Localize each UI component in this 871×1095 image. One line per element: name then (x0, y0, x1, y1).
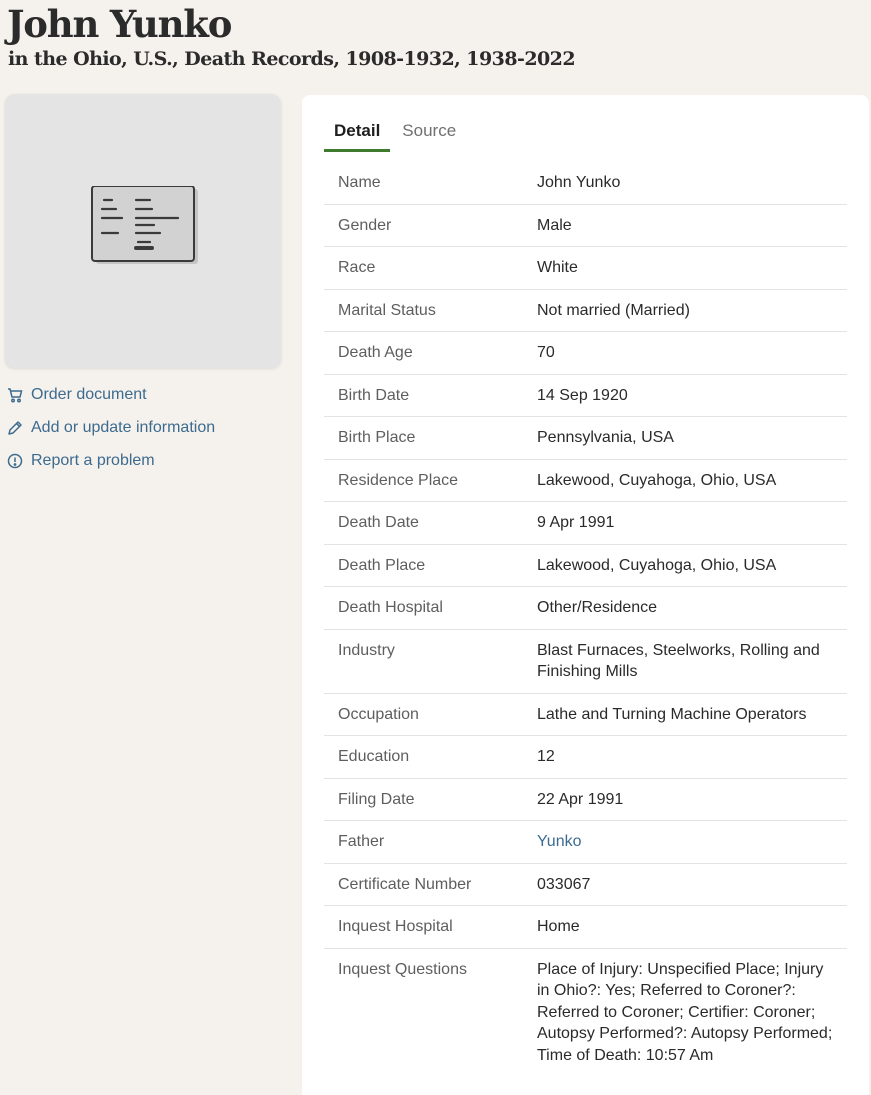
field-value: Not married (Married) (537, 301, 690, 319)
field-row-inquest-hospital: Inquest Hospital Home (324, 906, 847, 949)
field-value: 14 Sep 1920 (537, 386, 628, 404)
field-row-race: Race White (324, 247, 847, 290)
add-update-information-link[interactable]: Add or update information (6, 411, 215, 444)
field-value: 12 (537, 748, 555, 765)
field-value: Male (537, 216, 572, 234)
field-label: Birth Place (338, 429, 416, 446)
field-row-birth-date: Birth Date 14 Sep 1920 (324, 375, 847, 417)
tab-detail[interactable]: Detail (324, 119, 391, 152)
field-row-inquest-questions: Inquest Questions Place of Injury: Unspe… (324, 949, 847, 1077)
field-value: 70 (537, 344, 555, 361)
tab-source[interactable]: Source (392, 119, 466, 152)
page-title: John Yunko (7, 2, 232, 46)
field-label: Filing Date (338, 790, 415, 808)
field-row-name: Name John Yunko (324, 162, 847, 205)
field-label: Death Place (338, 556, 426, 574)
record-fields-table: Name John Yunko Gender Male Race White M… (324, 162, 847, 1076)
field-label: Occupation (338, 705, 419, 723)
report-problem-label: Report a problem (31, 451, 155, 469)
collection-subtitle: in the Ohio, U.S., Death Records, 1908-1… (8, 48, 576, 70)
field-label: Certificate Number (338, 875, 472, 893)
field-label: Residence Place (338, 471, 459, 489)
report-problem-link[interactable]: Report a problem (6, 444, 215, 477)
field-label: Gender (338, 216, 392, 234)
field-row-death-hospital: Death Hospital Other/Residence (324, 587, 847, 630)
field-value: 9 Apr 1991 (537, 514, 615, 531)
field-row-marital-status: Marital Status Not married (Married) (324, 290, 847, 332)
field-row-filing-date: Filing Date 22 Apr 1991 (324, 779, 847, 821)
field-row-industry: Industry Blast Furnaces, Steelworks, Rol… (324, 630, 847, 694)
father-link[interactable]: Yunko (537, 831, 847, 853)
field-label: Industry (338, 641, 395, 659)
field-label: Death Age (338, 344, 413, 361)
field-label: Death Date (338, 514, 419, 531)
pencil-icon (6, 419, 24, 437)
order-document-label: Order document (31, 385, 147, 403)
field-value: Home (537, 918, 580, 935)
record-actions: Order document Add or update information… (6, 378, 215, 477)
field-value: Blast Furnaces, Steelworks, Rolling and … (537, 641, 820, 681)
field-row-father: Father Yunko (324, 821, 847, 864)
field-row-death-age: Death Age 70 (324, 332, 847, 375)
field-row-gender: Gender Male (324, 205, 847, 247)
field-row-death-place: Death Place Lakewood, Cuyahoga, Ohio, US… (324, 545, 847, 587)
record-tabs: Detail Source (324, 119, 466, 152)
field-label: Birth Date (338, 386, 410, 404)
field-value: 033067 (537, 875, 591, 893)
alert-circle-icon (6, 452, 24, 470)
field-label: Race (338, 259, 376, 276)
field-row-residence-place: Residence Place Lakewood, Cuyahoga, Ohio… (324, 460, 847, 502)
field-label: Father (338, 833, 385, 850)
field-value: Other/Residence (537, 599, 658, 616)
field-row-education: Education 12 (324, 736, 847, 779)
add-update-information-label: Add or update information (31, 418, 216, 436)
field-label: Name (338, 174, 381, 191)
document-card-icon (91, 186, 198, 264)
field-value: Place of Injury: Unspecified Place; Inju… (537, 960, 833, 1064)
field-label: Education (338, 748, 410, 765)
field-label: Death Hospital (338, 599, 443, 616)
field-row-occupation: Occupation Lathe and Turning Machine Ope… (324, 694, 847, 736)
record-detail-panel: Detail Source Name John Yunko Gender Mal… (302, 95, 869, 1095)
field-value: Lathe and Turning Machine Operators (537, 705, 807, 723)
order-document-link[interactable]: Order document (6, 378, 215, 411)
field-row-death-date: Death Date 9 Apr 1991 (324, 502, 847, 545)
field-value: White (537, 259, 578, 276)
field-row-certificate-number: Certificate Number 033067 (324, 864, 847, 906)
field-label: Marital Status (338, 301, 436, 319)
field-label: Inquest Questions (338, 960, 467, 978)
cart-icon (6, 386, 24, 404)
field-value: Lakewood, Cuyahoga, Ohio, USA (537, 471, 777, 489)
record-image-placeholder[interactable] (5, 94, 281, 368)
field-value: Pennsylvania, USA (537, 429, 674, 446)
field-value: Lakewood, Cuyahoga, Ohio, USA (537, 556, 777, 574)
field-value: John Yunko (537, 174, 621, 191)
field-label: Inquest Hospital (338, 918, 453, 935)
field-value: 22 Apr 1991 (537, 790, 624, 808)
field-row-birth-place: Birth Place Pennsylvania, USA (324, 417, 847, 460)
